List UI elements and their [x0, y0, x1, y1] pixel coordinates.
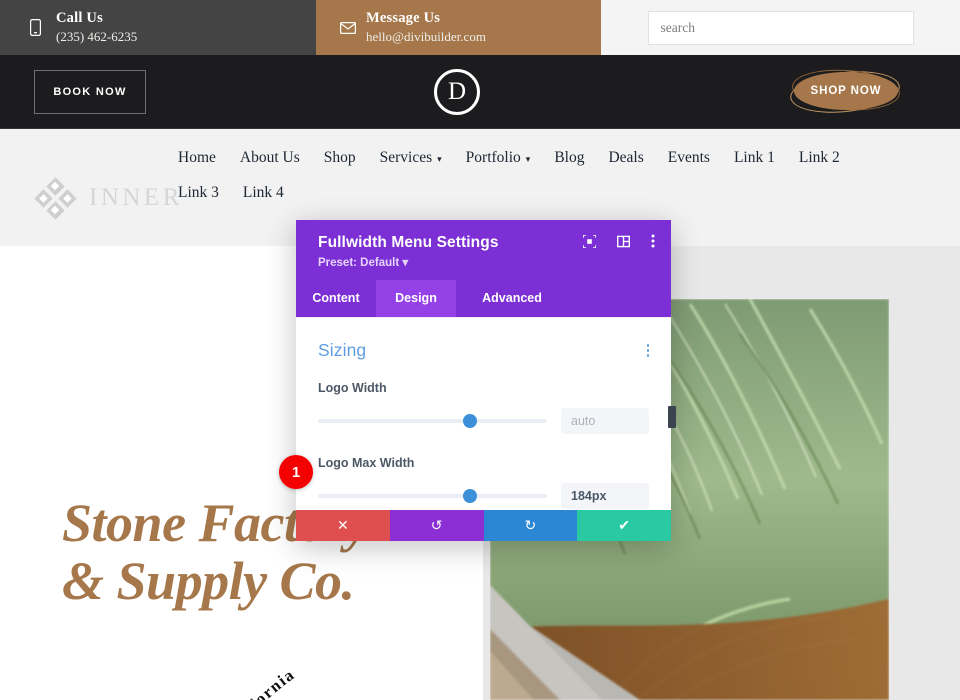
divi-logo-icon[interactable]: D: [434, 69, 480, 115]
nav-item-shop[interactable]: Shop: [324, 149, 356, 167]
nav-item-link-2[interactable]: Link 2: [799, 149, 840, 167]
modal-preset-label: Preset: Default: [318, 257, 400, 269]
modal-preset-selector[interactable]: Preset: Default ▾: [318, 255, 654, 269]
sizing-section-title: Sizing: [318, 340, 367, 360]
chevron-down-icon: ▾: [402, 257, 409, 269]
shop-now-button[interactable]: SHOP NOW: [794, 72, 898, 110]
nav-label: Blog: [554, 149, 585, 166]
layout-columns-icon[interactable]: [617, 235, 630, 248]
modal-scrollbar-handle[interactable]: [668, 406, 676, 428]
nav-label: Home: [178, 149, 216, 166]
nav-item-events[interactable]: Events: [668, 149, 710, 167]
save-button[interactable]: ✔: [577, 510, 671, 541]
fullwidth-menu-settings-modal: Fullwidth Menu Settings Preset: Default …: [296, 220, 676, 541]
nav-label: Portfolio: [465, 149, 521, 166]
modal-body: Sizing Logo Width Logo Max: [296, 317, 671, 510]
nav-links: Home About Us Shop Services ▾ Portfolio ▾ …: [178, 129, 878, 202]
nav-label: Deals: [608, 149, 644, 166]
chevron-down-icon: ▾: [525, 153, 531, 164]
nav-label: Link 4: [242, 184, 284, 201]
more-vertical-icon[interactable]: [651, 234, 655, 248]
nav-item-home[interactable]: Home: [178, 149, 216, 167]
nav-label: Link 1: [733, 149, 775, 166]
nav-item-about-us[interactable]: About Us: [240, 149, 300, 167]
nav-label: Services: [379, 149, 433, 166]
modal-footer: ✕ ↺ ↻ ✔: [296, 510, 671, 541]
field-logo-width: Logo Width: [318, 381, 649, 434]
message-us-email: hello@divibuilder.com: [366, 28, 486, 44]
nav-label: Shop: [323, 149, 356, 166]
brand-name: INNER: [89, 184, 183, 211]
step-badge: 1: [279, 455, 313, 489]
logo-width-row: [318, 408, 649, 434]
nav-item-deals[interactable]: Deals: [608, 149, 643, 167]
call-us-block: Call Us (235) 462-6235: [0, 0, 316, 55]
redo-button[interactable]: ↻: [483, 510, 578, 541]
search-box[interactable]: [647, 10, 914, 45]
nav-label: Link 2: [798, 149, 840, 166]
logo-max-width-row: [318, 483, 649, 509]
slider-track: [318, 494, 547, 498]
logo-max-width-slider[interactable]: [318, 487, 547, 505]
modal-header-icons: [583, 234, 655, 248]
nav-item-services[interactable]: Services ▾: [380, 149, 442, 167]
nav-label: Events: [667, 149, 710, 166]
nav-label: About Us: [239, 149, 300, 166]
sizing-section-header: Sizing: [318, 340, 649, 361]
call-us-number: (235) 462-6235: [56, 28, 138, 44]
hero-title-line-2: & Supply Co.: [62, 551, 355, 612]
slider-track: [318, 419, 547, 423]
expand-icon[interactable]: [583, 234, 596, 248]
call-us-text: Call Us (235) 462-6235: [56, 9, 137, 47]
logo-max-width-label: Logo Max Width: [318, 456, 415, 470]
search-input[interactable]: [660, 19, 901, 36]
chevron-down-icon: ▾: [437, 153, 442, 164]
dark-header-bar: BOOK NOW D SHOP NOW: [0, 55, 960, 129]
tab-design[interactable]: Design: [376, 280, 456, 317]
slider-knob[interactable]: [463, 414, 478, 428]
top-contact-bar: Call Us (235) 462-6235 Message Us hello@…: [0, 0, 960, 55]
modal-header: Fullwidth Menu Settings Preset: Default …: [296, 220, 671, 280]
nav-item-portfolio[interactable]: Portfolio ▾: [466, 149, 531, 167]
divi-logo-letter: D: [447, 77, 467, 105]
field-logo-max-width: Logo Max Width: [318, 456, 649, 509]
nav-item-link-4[interactable]: Link 4: [243, 184, 284, 202]
envelope-icon: [340, 21, 366, 34]
app-root: Call Us (235) 462-6235 Message Us hello@…: [0, 0, 960, 700]
nav-item-blog[interactable]: Blog: [554, 149, 584, 167]
tab-advanced[interactable]: Advanced: [456, 280, 568, 317]
message-us-block: Message Us hello@divibuilder.com: [316, 0, 601, 55]
book-now-button[interactable]: BOOK NOW: [34, 70, 146, 114]
message-us-text: Message Us hello@divibuilder.com: [366, 9, 486, 47]
shop-now-wrap: SHOP NOW: [788, 66, 902, 118]
nav-item-link-3[interactable]: Link 3: [178, 184, 219, 202]
dot: [646, 344, 649, 347]
logo-width-label: Logo Width: [318, 381, 387, 395]
nav-item-link-1[interactable]: Link 1: [734, 149, 775, 167]
diamond-logo-icon: [33, 175, 79, 221]
more-vertical-icon[interactable]: [646, 344, 649, 357]
logo-width-slider[interactable]: [318, 412, 547, 430]
search-block: [601, 0, 960, 55]
nav-label: Link 3: [178, 184, 219, 201]
message-us-title: Message Us: [366, 9, 441, 26]
undo-button[interactable]: ↺: [389, 510, 484, 541]
cancel-button[interactable]: ✕: [296, 510, 390, 541]
logo-max-width-input[interactable]: [561, 483, 649, 509]
tab-content[interactable]: Content: [296, 280, 376, 317]
logo-width-input[interactable]: [561, 408, 649, 434]
call-us-title: Call Us: [56, 9, 103, 26]
dot: [646, 354, 649, 357]
phone-icon: [30, 19, 56, 36]
slider-knob[interactable]: [463, 489, 478, 503]
site-logo[interactable]: INNER: [33, 175, 183, 221]
dot: [646, 349, 649, 352]
modal-tabs: Content Design Advanced: [296, 280, 671, 317]
